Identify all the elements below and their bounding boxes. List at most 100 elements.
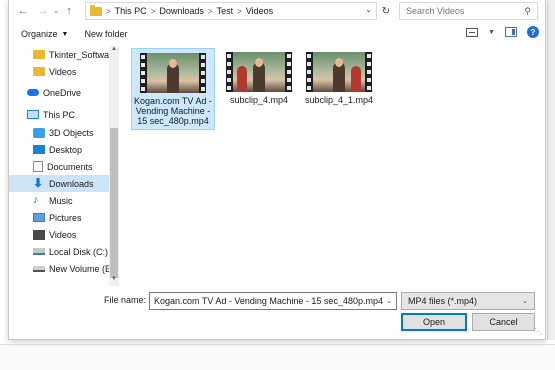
nav-item-3d-objects[interactable]: 3D Objects — [9, 124, 109, 141]
film-strip-icon — [227, 54, 231, 90]
search-placeholder: Search Videos — [406, 6, 465, 16]
cancel-button[interactable]: Cancel — [472, 313, 535, 331]
search-input[interactable]: Search Videos ⚲ — [399, 2, 538, 20]
folder-icon — [33, 50, 45, 59]
computer-icon — [27, 110, 39, 119]
nav-item-label: Videos — [49, 229, 77, 240]
change-view-icon[interactable] — [466, 27, 479, 37]
nav-item-label: This PC — [43, 109, 76, 120]
film-strip-icon — [201, 55, 205, 91]
breadcrumb-videos[interactable]: Videos — [246, 6, 273, 16]
address-row: ← → ⌄ ↑ > This PC > Downloads > Test > V… — [9, 0, 547, 22]
navigation-scrollbar[interactable]: ▲ ▼ — [109, 46, 119, 286]
refresh-icon[interactable]: ↻ — [379, 2, 393, 20]
file-item[interactable]: subclip_4.mp4 — [217, 48, 301, 108]
file-name-label-text: File name: — [103, 295, 146, 305]
new-folder-button[interactable]: New folder — [84, 29, 127, 39]
file-type-select[interactable]: MP4 files (*.mp4) ⌄ — [401, 292, 535, 310]
breadcrumb-downloads[interactable]: Downloads — [159, 6, 204, 16]
nav-item-tkinter-software[interactable]: Tkinter_Software — [9, 46, 117, 63]
organize-label: Organize — [21, 29, 58, 39]
file-name-label: subclip_4.mp4 — [229, 95, 289, 105]
chevron-right-icon: > — [237, 6, 242, 16]
chevron-down-icon[interactable]: ⌄ — [365, 5, 372, 14]
chevron-right-icon: > — [150, 6, 156, 16]
nav-item-music[interactable]: ♪ Music — [9, 192, 109, 209]
desktop-icon — [33, 145, 45, 154]
nav-item-desktop[interactable]: Desktop — [9, 141, 109, 158]
nav-item-label: Local Disk (C:) — [49, 246, 109, 257]
open-file-dialog: ← → ⌄ ↑ > This PC > Downloads > Test > V… — [8, 0, 546, 340]
nav-item-new-volume[interactable]: New Volume (E:) — [9, 260, 117, 277]
chevron-right-icon: > — [207, 6, 213, 16]
chevron-right-icon: > — [106, 6, 111, 16]
background-window-strip — [0, 344, 555, 370]
help-icon[interactable]: ? — [527, 26, 539, 38]
film-strip-icon — [141, 55, 145, 91]
folder-icon — [90, 4, 102, 16]
breadcrumb-this-pc[interactable]: This PC — [115, 6, 147, 16]
open-button[interactable]: Open — [401, 313, 467, 331]
file-name-label: subclip_4_1.mp4 — [304, 95, 374, 105]
chevron-down-icon: ⌄ — [522, 298, 528, 305]
file-item[interactable]: subclip_4_1.mp4 — [297, 48, 381, 108]
forward-arrow-icon[interactable]: → — [35, 3, 51, 19]
file-name-label: Kogan.com TV Ad - Vending Machine - 15 s… — [134, 96, 212, 126]
music-note-icon: ♪ — [33, 194, 39, 206]
nav-item-label: Music — [49, 195, 73, 206]
film-strip-icon — [287, 54, 291, 90]
file-item[interactable]: Kogan.com TV Ad - Vending Machine - 15 s… — [131, 48, 215, 130]
nav-item-onedrive[interactable]: OneDrive — [9, 84, 109, 101]
video-thumbnail — [226, 52, 292, 92]
recent-locations-chevron-icon[interactable]: ⌄ — [51, 3, 61, 19]
nav-item-label: Desktop — [49, 144, 83, 155]
scroll-up-icon[interactable]: ▲ — [110, 46, 118, 56]
file-name-value: Kogan.com TV Ad - Vending Machine - 15 s… — [154, 296, 383, 306]
nav-item-documents[interactable]: Documents — [9, 158, 109, 175]
film-strip-icon — [367, 54, 371, 90]
background-window-edge — [547, 0, 555, 340]
video-thumbnail — [306, 52, 372, 92]
drive-icon — [33, 265, 45, 272]
caret-down-icon[interactable]: ▼ — [488, 29, 495, 36]
document-icon — [33, 161, 43, 172]
nav-item-this-pc[interactable]: This PC — [9, 106, 109, 123]
nav-item-label: 3D Objects — [49, 127, 94, 138]
nav-item-local-disk[interactable]: Local Disk (C:) — [9, 243, 109, 260]
nav-item-videos[interactable]: Videos — [9, 226, 109, 243]
nav-item-label: New Volume (E:) — [49, 263, 117, 274]
nav-item-pictures[interactable]: Pictures — [9, 209, 109, 226]
download-arrow-icon: ⬇ — [33, 176, 44, 190]
nav-item-label: OneDrive — [43, 87, 82, 98]
chevron-down-icon[interactable]: ⌄ — [386, 297, 392, 305]
nav-item-downloads[interactable]: ⬇ Downloads — [9, 175, 109, 192]
caret-down-icon: ▼ — [61, 30, 69, 38]
nav-item-label: Videos — [49, 66, 77, 77]
new-folder-label: New folder — [84, 29, 128, 39]
back-arrow-icon[interactable]: ← — [15, 3, 31, 19]
nav-item-videos-folder[interactable]: Videos — [9, 63, 109, 80]
preview-pane-icon[interactable] — [505, 27, 517, 37]
cloud-icon — [27, 89, 39, 96]
organize-button[interactable]: Organize ▼ — [21, 29, 68, 39]
navigation-pane: Tkinter_Software Videos OneDrive This PC… — [9, 46, 119, 286]
command-bar: Organize ▼ New folder ▼ ? — [9, 24, 547, 44]
local-disk-icon — [33, 248, 45, 255]
nav-item-label: Pictures — [49, 212, 82, 223]
breadcrumb-test[interactable]: Test — [217, 6, 234, 16]
cube-icon — [33, 127, 45, 138]
view-controls: ▼ ? — [466, 26, 539, 38]
video-icon — [33, 229, 45, 240]
nav-item-label: Downloads — [49, 178, 94, 189]
scrollbar-thumb[interactable] — [110, 128, 118, 278]
file-type-value: MP4 files (*.mp4) — [408, 296, 478, 306]
search-icon: ⚲ — [524, 6, 531, 16]
picture-icon — [33, 213, 45, 222]
scroll-down-icon[interactable]: ▼ — [110, 276, 118, 286]
file-name-input[interactable]: Kogan.com TV Ad - Vending Machine - 15 s… — [149, 292, 397, 310]
up-arrow-icon[interactable]: ↑ — [61, 3, 77, 19]
address-bar[interactable]: > This PC > Downloads > Test > Videos ⌄ — [85, 2, 377, 20]
folder-icon — [33, 67, 45, 76]
video-thumbnail — [140, 53, 206, 93]
resize-grip-icon[interactable]: ⋱ — [534, 327, 542, 336]
